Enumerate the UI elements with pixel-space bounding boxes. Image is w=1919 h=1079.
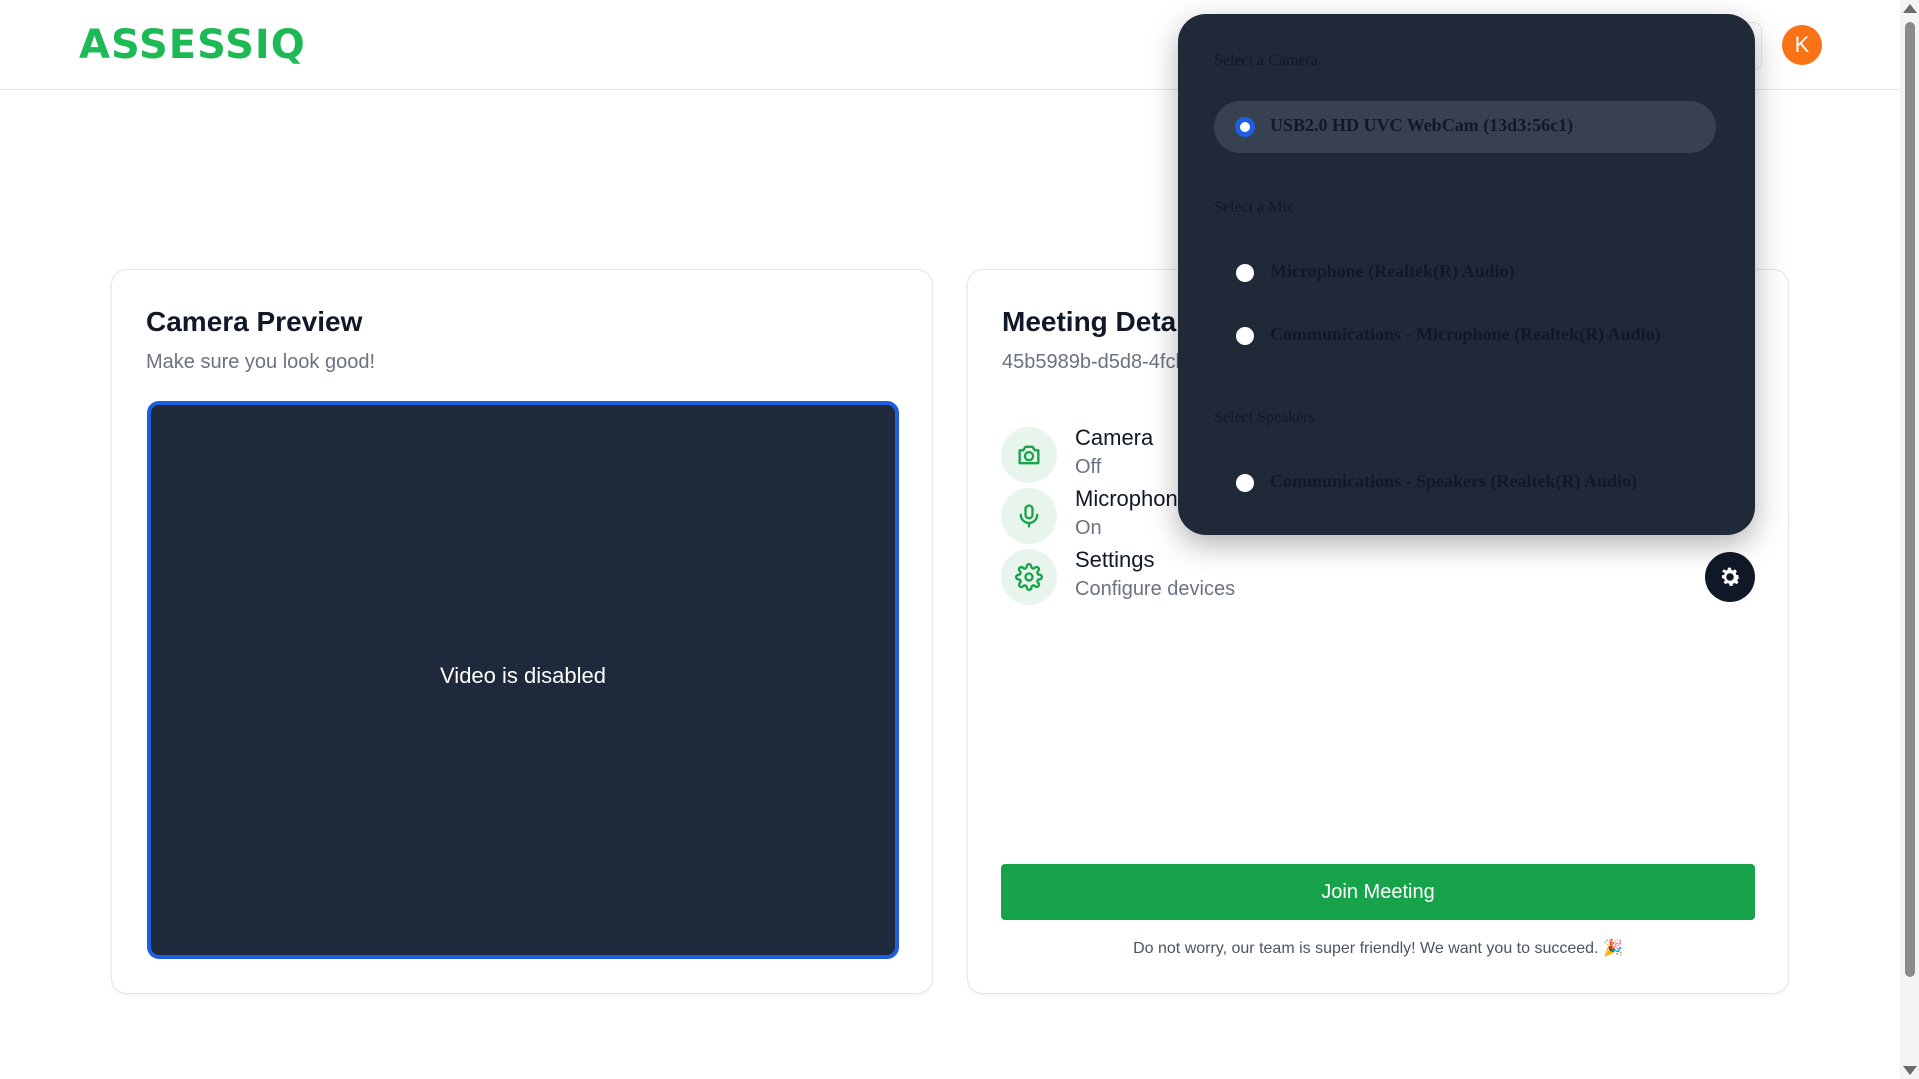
meeting-details-title: Meeting Details bbox=[1002, 306, 1208, 337]
speaker-section-heading: Select Speakers bbox=[1214, 409, 1315, 426]
settings-label: Settings bbox=[1075, 547, 1155, 572]
speaker-option-label: Communications - Speakers (Realtek(R) Au… bbox=[1270, 471, 1637, 491]
gear-icon bbox=[1001, 549, 1057, 605]
scroll-up-arrow-icon[interactable] bbox=[1903, 4, 1917, 13]
join-meeting-button[interactable]: Join Meeting bbox=[1001, 864, 1755, 920]
camera-preview-card: Camera Preview Make sure you look good! … bbox=[111, 269, 933, 994]
mic-option-label: Communications - Microphone (Realtek(R) … bbox=[1270, 324, 1661, 344]
radio-icon[interactable] bbox=[1236, 474, 1254, 492]
microphone-status: On bbox=[1075, 517, 1102, 539]
mic-section-heading: Select a Mic bbox=[1214, 199, 1294, 216]
speaker-option[interactable]: Communications - Speakers (Realtek(R) Au… bbox=[1214, 457, 1716, 509]
settings-description: Configure devices bbox=[1075, 578, 1236, 600]
radio-icon[interactable] bbox=[1236, 264, 1254, 282]
scroll-thumb[interactable] bbox=[1905, 22, 1915, 977]
logo[interactable]: ASSESSIQ bbox=[79, 22, 306, 68]
camera-section-heading: Select a Camera bbox=[1214, 52, 1318, 69]
camera-status: Off bbox=[1075, 456, 1102, 478]
meeting-id: 45b5989b-d5d8-4fcb bbox=[1002, 351, 1187, 373]
camera-option-label: USB2.0 HD UVC WebCam (13d3:56c1) bbox=[1270, 115, 1574, 135]
radio-icon[interactable] bbox=[1236, 327, 1254, 345]
device-select-dropdown: Select a Camera USB2.0 HD UVC WebCam (13… bbox=[1178, 14, 1755, 535]
mic-option[interactable]: Communications - Microphone (Realtek(R) … bbox=[1214, 310, 1716, 362]
page-scrollbar[interactable] bbox=[1900, 0, 1919, 1079]
settings-button[interactable] bbox=[1705, 552, 1755, 602]
video-status: Video is disabled bbox=[440, 663, 606, 688]
camera-preview-title: Camera Preview bbox=[146, 306, 363, 337]
encouragement-note: Do not worry, our team is super friendly… bbox=[1133, 940, 1623, 957]
scroll-down-arrow-icon[interactable] bbox=[1903, 1066, 1917, 1075]
camera-label: Camera bbox=[1075, 425, 1154, 450]
avatar[interactable]: K bbox=[1782, 25, 1822, 65]
mic-option[interactable]: Microphone (Realtek(R) Audio) bbox=[1214, 247, 1716, 299]
video-preview: Video is disabled bbox=[147, 401, 899, 959]
mic-option-label: Microphone (Realtek(R) Audio) bbox=[1270, 261, 1515, 281]
settings-row: Settings Configure devices bbox=[1001, 547, 1761, 607]
gear-icon bbox=[1721, 567, 1741, 586]
camera-icon bbox=[1001, 427, 1057, 483]
microphone-icon bbox=[1001, 488, 1057, 544]
radio-selected-icon[interactable] bbox=[1235, 117, 1255, 137]
camera-option[interactable]: USB2.0 HD UVC WebCam (13d3:56c1) bbox=[1214, 101, 1716, 153]
microphone-label: Microphone bbox=[1075, 486, 1190, 511]
camera-preview-subtitle: Make sure you look good! bbox=[146, 351, 376, 373]
